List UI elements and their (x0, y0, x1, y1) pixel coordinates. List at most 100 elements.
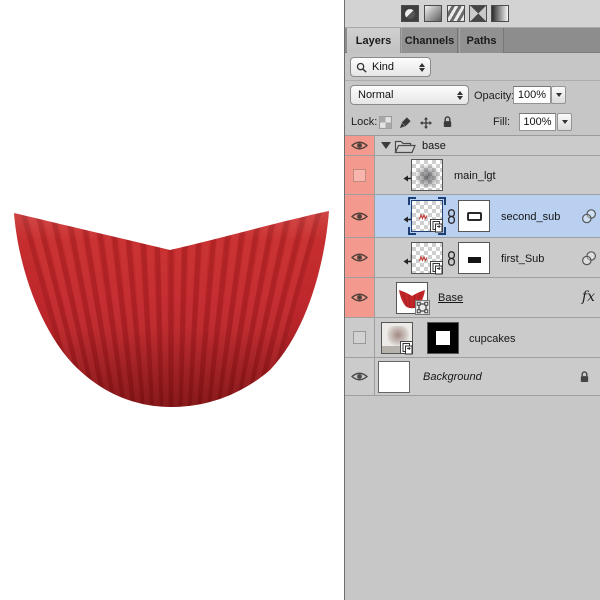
red-scribble-thumbnail-art (419, 256, 428, 262)
layer-row-group-base[interactable]: base (345, 136, 600, 156)
layer-thumbnail[interactable] (381, 322, 413, 354)
open-folder-icon (394, 139, 416, 154)
lock-paint-brush-icon[interactable] (397, 115, 413, 130)
blend-mode-row: Normal Opacity: 100% (345, 81, 600, 109)
visibility-toggle[interactable] (345, 195, 375, 237)
eye-icon (351, 371, 368, 382)
layer-name[interactable]: Background (423, 371, 482, 383)
layer-row-base-shape[interactable]: Base fx (345, 278, 600, 318)
lock-row: Lock: Fill: 100% (345, 109, 600, 136)
dropdown-arrows-icon (419, 62, 425, 72)
gradient-options-strip (345, 0, 600, 28)
layer-name[interactable]: first_Sub (501, 253, 544, 265)
document-canvas[interactable] (0, 0, 344, 600)
selection-corner (408, 197, 416, 205)
opacity-value: 100% (517, 89, 547, 101)
layer-effects-fx-icon[interactable]: fx (582, 289, 595, 305)
lock-transparency-icon[interactable] (377, 115, 393, 130)
mask-link-chain-icon[interactable] (447, 209, 456, 224)
selection-corner (408, 227, 416, 235)
selection-corner (438, 227, 446, 235)
layer-name[interactable]: main_lgt (454, 170, 496, 182)
search-icon (356, 62, 367, 73)
panel-tab-bar: Layers Channels Paths (345, 28, 600, 53)
fill-dropdown-button[interactable] (557, 113, 572, 131)
layer-row-second-sub[interactable]: second_sub (345, 195, 600, 238)
tab-channels[interactable]: Channels (401, 28, 458, 53)
layer-row-first-sub[interactable]: first_Sub (345, 238, 600, 278)
chevron-down-icon (555, 93, 562, 97)
layer-thumbnail[interactable] (378, 361, 410, 393)
noise-gradient-icon[interactable] (447, 5, 465, 22)
reflected-gradient-icon[interactable] (469, 5, 487, 22)
visibility-toggle[interactable] (345, 136, 375, 155)
layer-row-cupcakes[interactable]: cupcakes (345, 318, 600, 358)
overlapping-circles-icon (581, 209, 597, 224)
opacity-input[interactable]: 100% (513, 86, 551, 104)
background-lock-icon[interactable] (579, 370, 590, 384)
lock-label: Lock: (351, 116, 378, 128)
radial-gradient-icon[interactable] (401, 5, 419, 22)
vector-path-badge-icon (415, 300, 430, 315)
layer-list-empty-area (345, 396, 600, 600)
layer-name[interactable]: Base (438, 292, 463, 304)
eye-icon (351, 252, 368, 263)
layer-thumbnail[interactable] (396, 282, 430, 315)
layer-row-background[interactable]: Background (345, 358, 600, 396)
soft-shadow-thumbnail-art (415, 164, 440, 187)
visibility-checkbox-empty (353, 331, 366, 344)
layer-thumbnail[interactable] (411, 242, 443, 274)
layer-filter-row: Kind ◐ T (345, 53, 600, 130)
red-scribble-thumbnail-art (419, 214, 428, 220)
visibility-checkbox-empty (353, 168, 366, 182)
filter-kind-dropdown[interactable]: Kind (350, 57, 431, 77)
eye-icon (351, 211, 368, 222)
selection-corner (438, 197, 446, 205)
layer-thumbnail[interactable] (408, 197, 446, 235)
chevron-down-icon (561, 120, 568, 124)
layer-mask-thumbnail[interactable] (458, 200, 490, 232)
fill-input[interactable]: 100% (519, 113, 556, 131)
mask-link-chain-icon[interactable] (447, 251, 456, 266)
diamond-gradient-icon[interactable] (491, 5, 509, 22)
blend-mode-dropdown[interactable]: Normal (350, 85, 469, 105)
tab-layers[interactable]: Layers (347, 28, 400, 53)
tab-layers-label: Layers (355, 34, 392, 47)
visibility-toggle[interactable] (345, 358, 375, 395)
layer-mask-thumbnail[interactable] (458, 242, 490, 274)
visibility-toggle[interactable] (345, 156, 375, 194)
fill-label: Fill: (493, 116, 511, 128)
layer-list: base main_lgt second_sub first_Sub Base … (345, 136, 600, 396)
linear-gradient-icon[interactable] (424, 5, 442, 22)
opacity-label: Opacity: (474, 90, 515, 102)
layer-mask-thumbnail[interactable] (427, 322, 459, 354)
lock-all-padlock-icon[interactable] (439, 114, 455, 129)
layers-panel: Layers Channels Paths Kind ◐ T (344, 0, 600, 600)
layer-thumbnail[interactable] (411, 159, 443, 191)
smart-object-badge-icon (400, 341, 413, 354)
layer-name[interactable]: cupcakes (469, 333, 515, 345)
white-square-mask-art (436, 331, 450, 345)
tab-channels-label: Channels (404, 34, 455, 47)
tab-paths[interactable]: Paths (459, 28, 504, 53)
visibility-toggle[interactable] (345, 238, 375, 277)
dropdown-arrows-icon (457, 90, 463, 100)
eye-icon (351, 140, 368, 151)
tab-paths-label: Paths (466, 34, 497, 47)
opacity-dropdown-button[interactable] (551, 86, 566, 104)
visibility-toggle[interactable] (345, 318, 375, 357)
visibility-toggle[interactable] (345, 278, 375, 317)
disclosure-triangle-icon[interactable] (381, 142, 391, 149)
layer-name[interactable]: second_sub (501, 211, 560, 223)
eye-icon (351, 292, 368, 303)
layer-row-main-lgt[interactable]: main_lgt (345, 156, 600, 195)
group-name[interactable]: base (422, 140, 446, 152)
smart-object-badge-icon (430, 261, 443, 274)
blend-mode-value: Normal (358, 89, 394, 101)
cupcake-wrapper-artwork (14, 211, 329, 407)
filter-kind-label: Kind (372, 61, 395, 73)
overlapping-circles-icon (581, 251, 597, 266)
rounded-rect-mask-art (467, 212, 482, 221)
bar-mask-art (468, 257, 481, 263)
lock-position-move-icon[interactable] (418, 115, 434, 130)
